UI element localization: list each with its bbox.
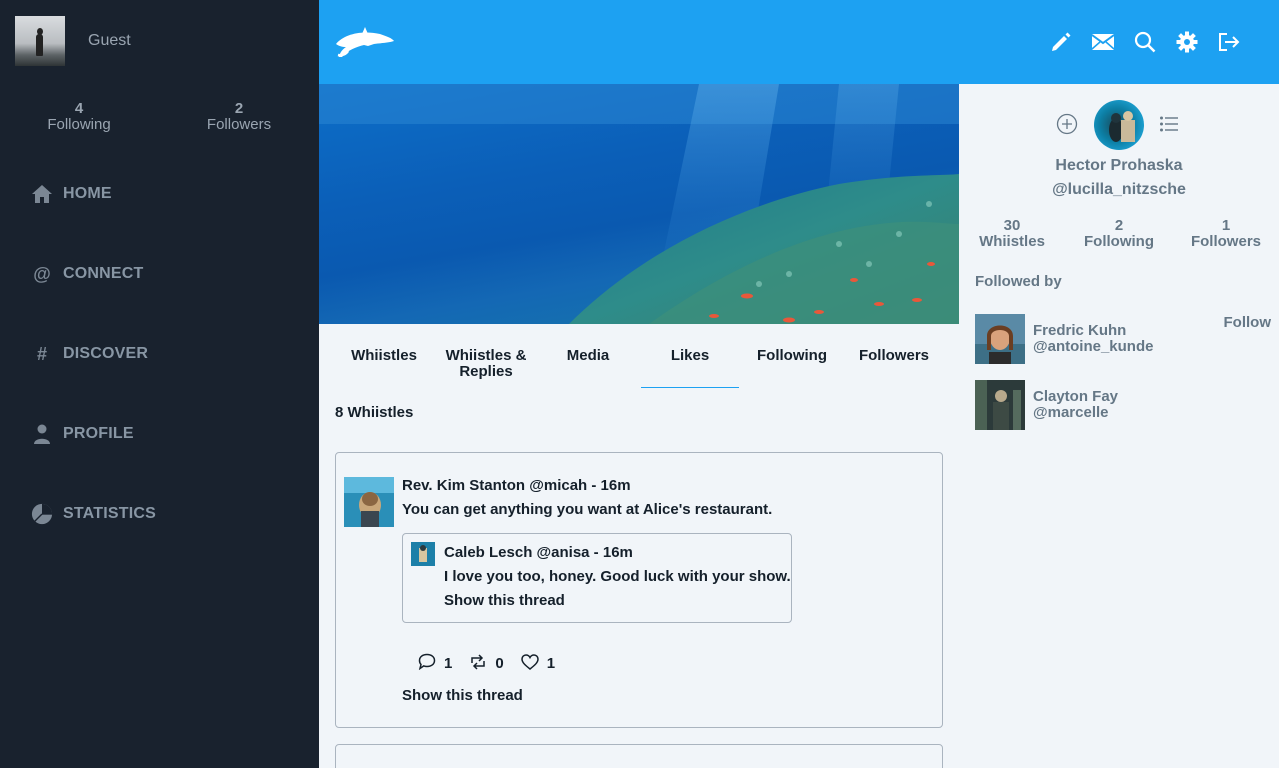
whale-logo-icon[interactable] [334,24,396,65]
nav-home-label: HOME [63,185,112,202]
reply-button[interactable]: 1 [418,653,452,674]
following-count: 4 [74,100,84,117]
guest-name: Guest [88,32,131,49]
nav-statistics[interactable]: STATISTICS [31,499,156,529]
quoted-author-avatar[interactable] [411,542,435,566]
post-actions: 1 0 1 [418,653,572,674]
hash-icon: # [36,343,47,364]
post-author-avatar[interactable] [344,477,394,527]
followers-count: 2 [234,100,244,117]
following-stat[interactable]: 2 Following [1074,218,1164,250]
profile-name: Hector Prohaska [1055,157,1183,174]
logout-icon[interactable] [1217,28,1241,56]
comment-icon [418,653,436,674]
person-icon [31,423,53,445]
follower-item[interactable]: Fredric Kuhn @antoine_kunde [975,314,1153,364]
nav-discover-label: DISCOVER [63,345,149,362]
top-bar [319,0,1279,84]
repeat-icon [469,653,487,674]
top-actions [1049,28,1241,56]
follower-name: Clayton Fay [1033,388,1119,405]
follow-button[interactable]: Follow [1224,314,1272,331]
profile-banner-image [319,84,959,324]
nav-profile[interactable]: PROFILE [31,419,134,449]
whiistles-label: Whiistles [979,233,1045,250]
pie-chart-icon [31,503,53,525]
tab-media[interactable]: Media [539,348,637,364]
pencil-icon[interactable] [1049,28,1073,56]
add-circle-icon[interactable] [1056,113,1078,140]
follower-avatar[interactable] [975,314,1025,364]
heart-icon [520,653,539,674]
whiistles-count: 30 [1003,217,1021,234]
follower-item[interactable]: Clayton Fay @marcelle [975,380,1118,430]
list-icon[interactable] [1159,115,1179,138]
quoted-show-thread-link[interactable]: Show this thread [444,592,565,609]
post-card[interactable] [335,744,943,768]
follower-info: Clayton Fay @marcelle [1033,380,1118,430]
post-card[interactable]: Rev. Kim Stanton @micah - 16m You can ge… [335,452,943,728]
follower-handle: @marcelle [1033,404,1109,421]
follower-info: Fredric Kuhn @antoine_kunde [1033,314,1153,364]
followers-stat[interactable]: 1 Followers [1181,218,1271,250]
tab-whiistles-replies[interactable]: Whiistles & Replies [437,348,535,380]
follower-name: Fredric Kuhn [1033,322,1127,339]
followed-by-heading: Followed by [975,273,1062,290]
profile-tabs: Whiistles Whiistles & Replies Media Like… [335,336,943,388]
whiistles-stat[interactable]: 30 Whiistles [967,218,1057,250]
quoted-meta: Caleb Lesch @anisa - 16m [444,544,633,561]
tab-whiistles[interactable]: Whiistles [335,348,433,364]
followers-count: 1 [1221,217,1231,234]
nav-profile-label: PROFILE [63,425,134,442]
rewhiistle-count: 0 [495,655,504,672]
guest-profile[interactable]: Guest [15,16,131,66]
post-text: You can get anything you want at Alice's… [402,501,773,518]
quoted-post[interactable]: Caleb Lesch @anisa - 16m I love you too,… [402,533,792,623]
whiistle-count: 8 Whiistles [335,404,414,421]
followers-stat[interactable]: 2 Followers [194,101,284,133]
following-label: Following [47,116,111,133]
following-label: Following [1084,233,1154,250]
show-thread-link[interactable]: Show this thread [402,687,523,704]
search-icon[interactable] [1133,28,1157,56]
profile-panel: Hector Prohaska @lucilla_nitzsche 30 Whi… [959,84,1279,768]
nav-connect-label: CONNECT [63,265,144,282]
tab-following[interactable]: Following [743,348,841,364]
follower-avatar[interactable] [975,380,1025,430]
reply-count: 1 [444,655,453,672]
profile-avatar[interactable] [1094,100,1144,150]
following-count: 2 [1114,217,1124,234]
profile-handle: @lucilla_nitzsche [1052,181,1186,198]
quoted-text: I love you too, honey. Good luck with yo… [444,568,791,585]
rewhiistle-button[interactable]: 0 [469,653,504,674]
like-button[interactable]: 1 [520,653,556,674]
like-count: 1 [546,655,556,672]
followers-label: Followers [206,116,272,133]
avatar [15,16,65,66]
home-icon [31,183,53,205]
followers-label: Followers [1190,233,1261,250]
follower-handle: @antoine_kunde [1033,338,1154,355]
post-meta: Rev. Kim Stanton @micah - 16m [402,477,631,494]
mail-icon[interactable] [1091,28,1115,56]
gear-icon[interactable] [1175,28,1199,56]
tab-followers[interactable]: Followers [845,348,943,364]
nav-home[interactable]: HOME [31,179,112,209]
nav-connect[interactable]: @ CONNECT [31,259,144,289]
nav-statistics-label: STATISTICS [63,505,156,522]
sidebar: Guest 4 Following 2 Followers HOME @ CON… [0,0,319,768]
nav-discover[interactable]: # DISCOVER [31,339,148,369]
following-stat[interactable]: 4 Following [34,101,124,133]
tab-likes[interactable]: Likes [641,348,739,388]
at-icon: @ [33,263,51,284]
